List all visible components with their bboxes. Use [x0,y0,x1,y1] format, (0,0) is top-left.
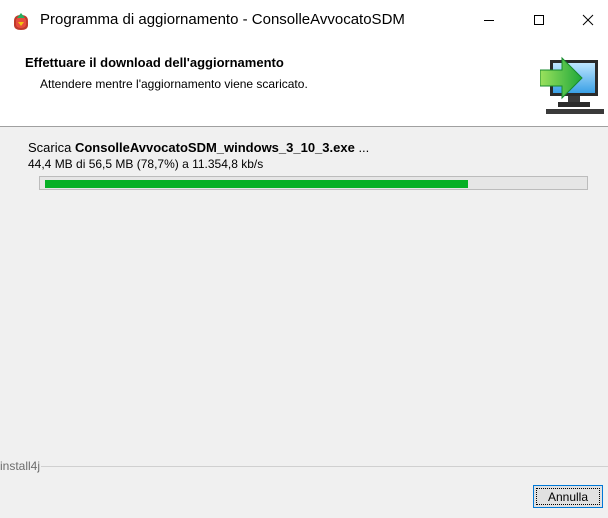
monitor-download-icon [540,56,604,114]
download-file-label: Scarica ConsolleAvvocatoSDM_windows_3_10… [28,140,369,155]
maximize-button[interactable] [516,0,562,40]
header-banner: Effettuare il download dell'aggiornament… [0,40,608,127]
updater-window: Programma di aggiornamento - ConsolleAvv… [0,0,608,518]
window-title: Programma di aggiornamento - ConsolleAvv… [40,11,405,28]
header-subtitle: Attendere mentre l'aggiornamento viene s… [40,77,308,91]
title-bar[interactable]: Programma di aggiornamento - ConsolleAvv… [0,0,608,40]
minimize-button[interactable] [466,0,512,40]
download-prefix: Scarica [28,140,75,155]
download-progress-fill [45,180,468,188]
cancel-button[interactable]: Annulla [533,485,603,508]
download-progress-bar [39,176,588,190]
close-button[interactable] [565,0,608,40]
installer-brand: install4j [0,459,41,473]
download-suffix: ... [354,140,370,155]
app-icon [11,12,31,32]
download-filename: ConsolleAvvocatoSDM_windows_3_10_3.exe [74,140,355,155]
header-title: Effettuare il download dell'aggiornament… [25,55,284,70]
footer-divider [41,466,608,467]
maximize-icon [534,15,544,25]
close-icon [582,14,594,26]
download-stats: 44,4 MB di 56,5 MB (78,7%) a 11.354,8 kb… [28,157,264,171]
minimize-icon [484,20,494,21]
